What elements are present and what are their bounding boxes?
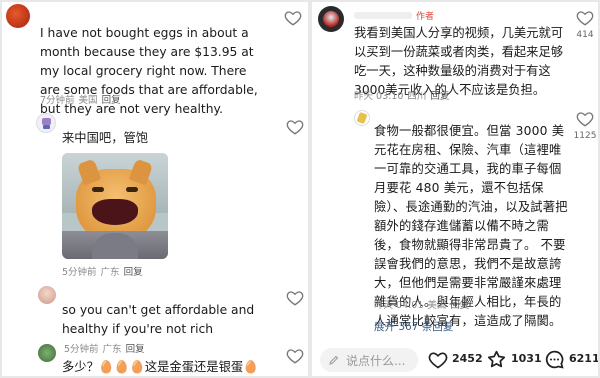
comment-location: 广东 (100, 267, 120, 278)
heart-icon[interactable] (284, 9, 302, 27)
heart-icon[interactable] (428, 350, 448, 370)
comment-meta: 5分钟前 广东 回复 (64, 344, 149, 355)
input-placeholder: 说点什么... (346, 354, 406, 368)
comment-text: 来中国吧，管饱 (62, 131, 149, 145)
comment-text: 多少？🥚🥚🥚这是金蛋还是银蛋🥚 (62, 360, 259, 374)
reply-button[interactable]: 回复 (126, 344, 145, 355)
comment-time: 昨天 04:01 (374, 300, 424, 311)
comment-location: 广东 (102, 344, 122, 355)
comment-meta: 昨天 03:10 四川 回复 (354, 88, 453, 102)
comment-meta: 昨天 04:01 美国 回复 (374, 297, 473, 311)
reply-button[interactable]: 回复 (430, 91, 449, 102)
user-avatar[interactable] (38, 344, 56, 362)
user-avatar[interactable] (6, 4, 30, 28)
comment-input[interactable]: 说点什么... (320, 348, 418, 372)
expand-replies-link[interactable]: 展开 367 条回复 (374, 319, 453, 334)
right-comments-panel: 作者 我看到美国人分享的视频，几美元就可以买到一份蔬菜或者肉类，看起来足够吃一天… (312, 2, 598, 376)
comment-meta: 5分钟前 广东 回复 (62, 264, 147, 278)
comment-total: 6211 (569, 352, 598, 365)
like-count: 414 (576, 30, 594, 40)
author-badge: 作者 (416, 12, 435, 22)
like-total: 2452 (452, 352, 483, 365)
comment-location: 美国 (78, 95, 98, 106)
user-avatar[interactable] (354, 110, 370, 126)
comment-body: so you can't get affordable and healthy … (62, 303, 255, 336)
comment-location: 四川 (407, 91, 427, 102)
user-avatar[interactable] (38, 286, 56, 304)
star-icon[interactable] (486, 349, 507, 370)
user-avatar[interactable] (36, 113, 56, 133)
heart-icon[interactable] (576, 110, 594, 128)
reply-button[interactable]: 回复 (124, 267, 143, 278)
heart-icon[interactable] (286, 289, 304, 307)
reply-button[interactable]: 回复 (450, 300, 469, 311)
bottom-action-bar: 说点什么... 2452 1031 6211 (312, 342, 598, 376)
cat-meme-image[interactable] (62, 153, 168, 259)
comment-time: 5分钟前 (62, 267, 97, 278)
author-avatar[interactable] (318, 6, 344, 32)
author-name-row: 作者 (354, 8, 474, 22)
favorite-total: 1031 (511, 352, 542, 365)
pencil-icon (329, 355, 339, 365)
comment-time: 7分钟前 (40, 95, 75, 106)
heart-icon[interactable] (286, 347, 304, 365)
comment-time: 昨天 03:10 (354, 91, 404, 102)
author-name-placeholder (354, 12, 412, 19)
reply-button[interactable]: 回复 (102, 95, 121, 106)
comment-time: 5分钟前 (64, 344, 99, 355)
like-count: 1125 (573, 131, 597, 141)
heart-icon[interactable] (286, 118, 304, 136)
comment-text: so you can't get affordable and healthy … (62, 301, 302, 359)
comment-meta: 7分钟前 美国 回复 (40, 92, 125, 106)
comment-location: 美国 (427, 300, 447, 311)
heart-icon[interactable] (576, 9, 594, 27)
comment-icon[interactable] (544, 349, 565, 370)
left-comments-panel: I have not bought eggs in about a month … (2, 2, 308, 376)
